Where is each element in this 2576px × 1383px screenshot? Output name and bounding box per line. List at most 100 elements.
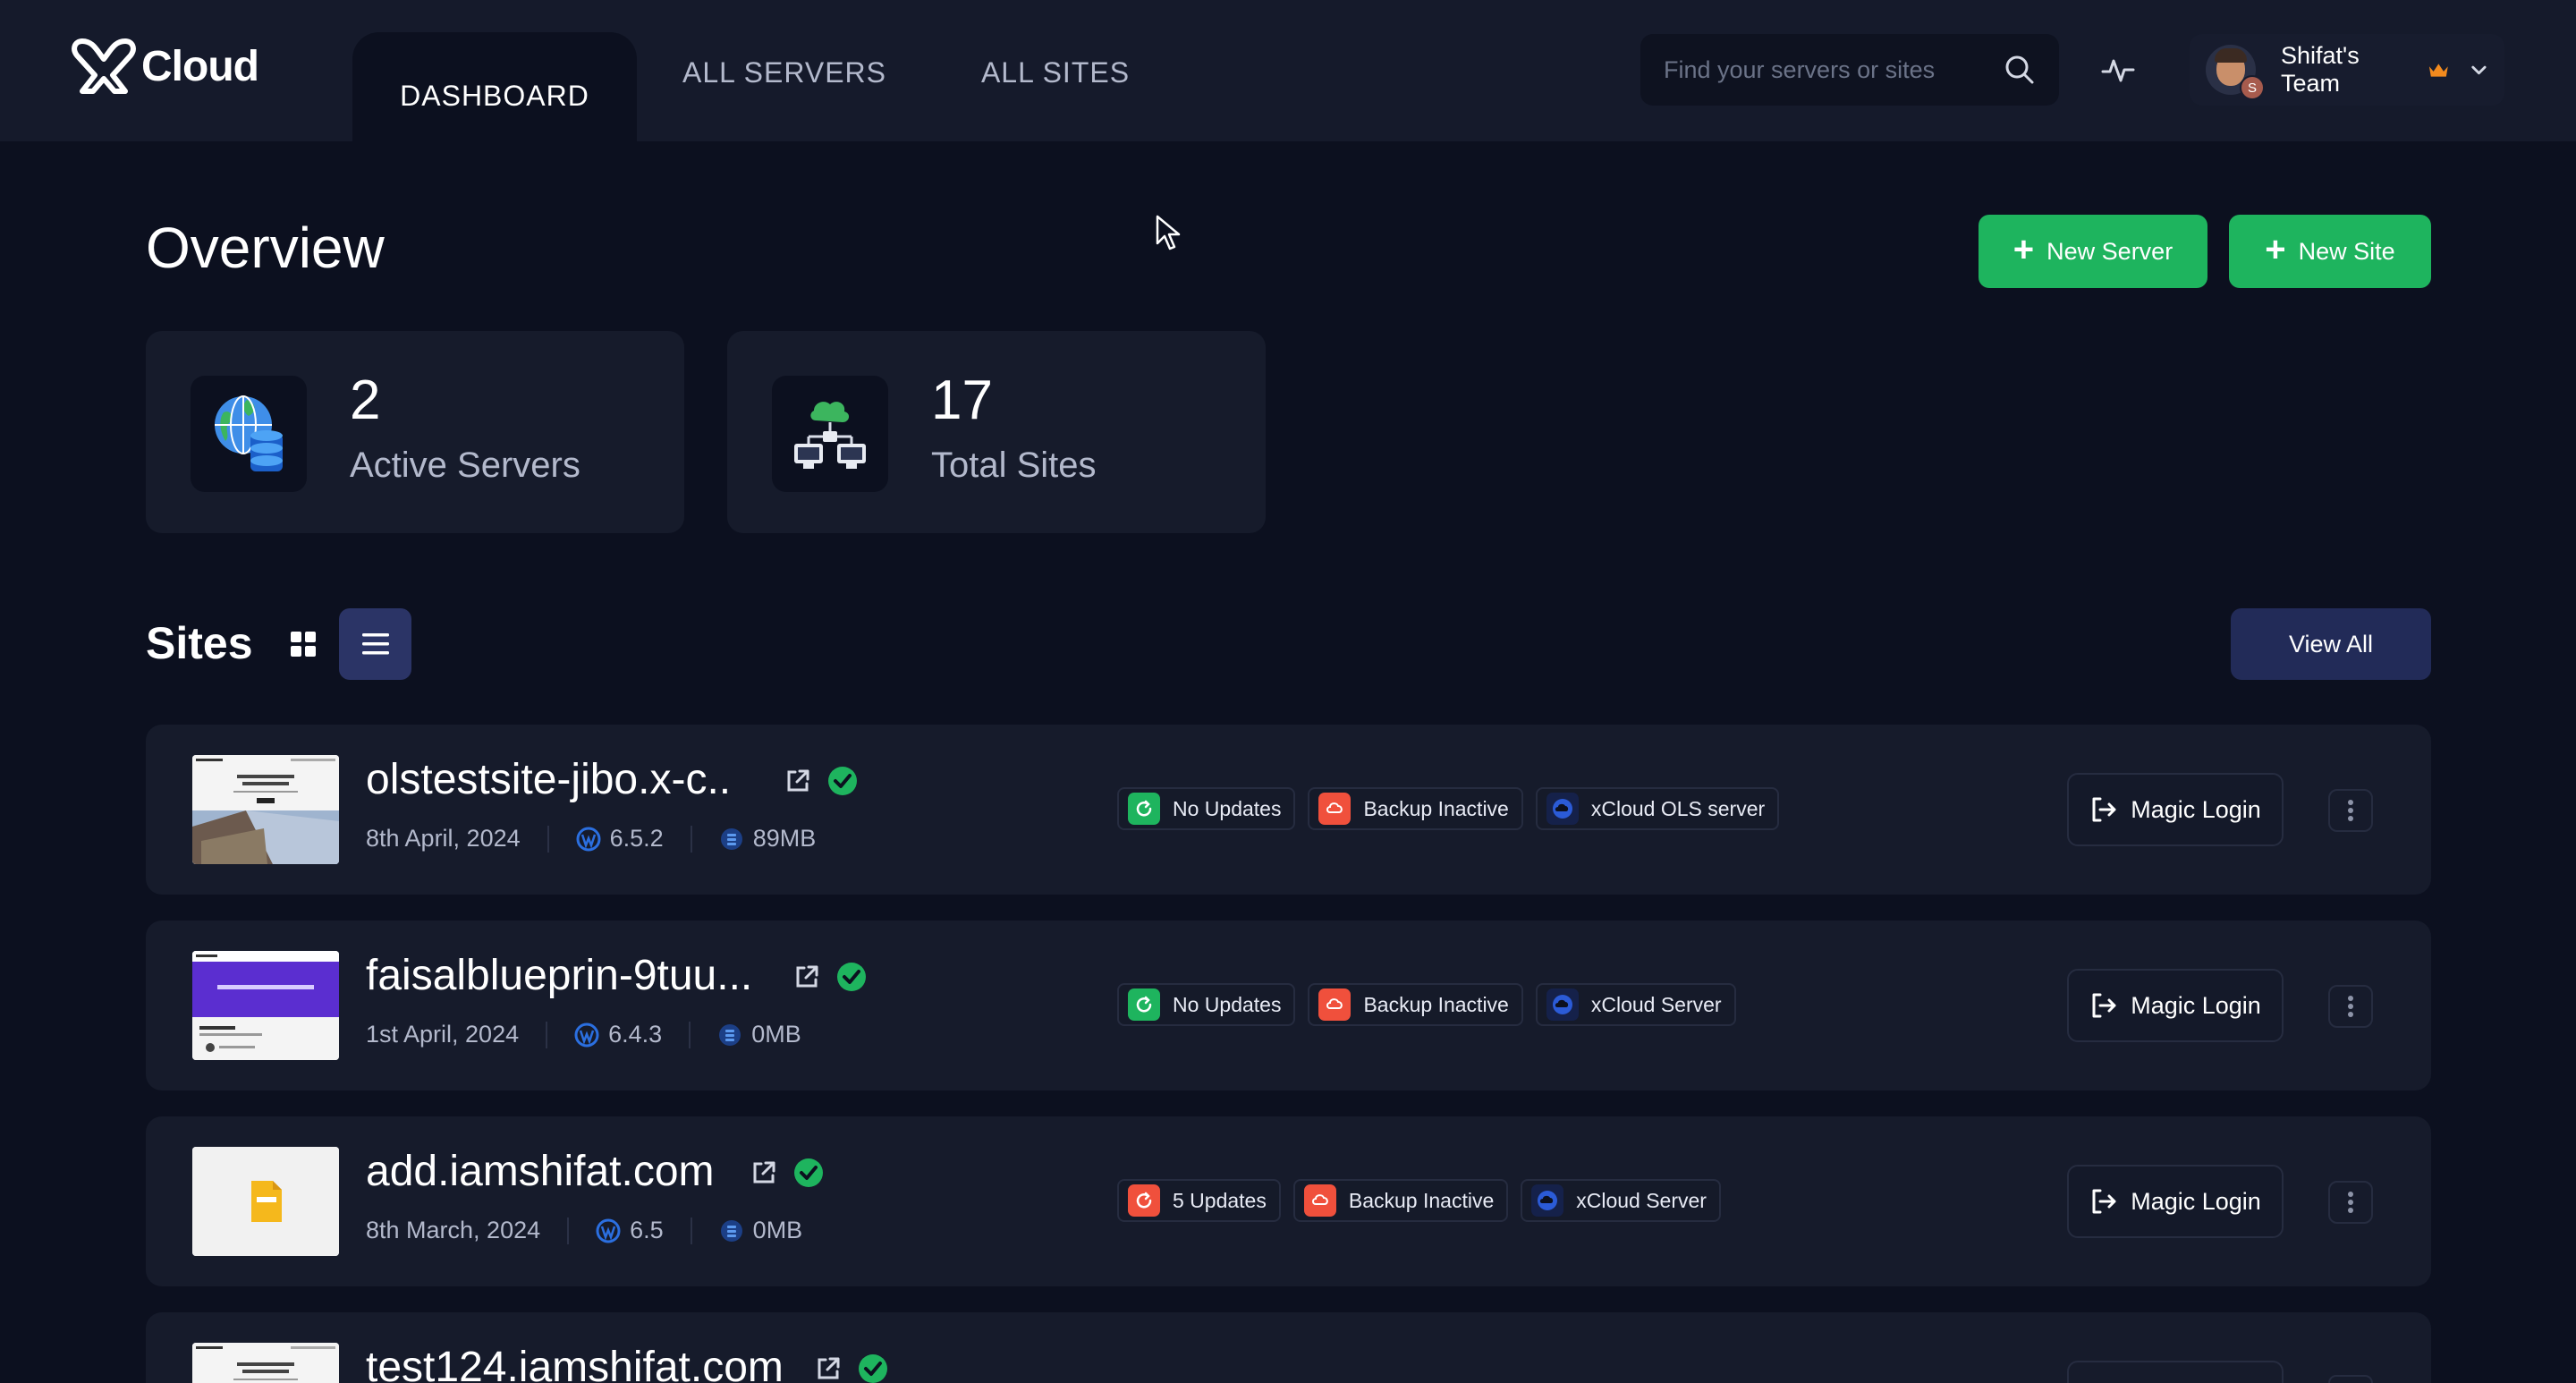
updates-label: No Updates bbox=[1173, 796, 1282, 820]
server-label: xCloud Server bbox=[1590, 992, 1722, 1016]
search-icon[interactable] bbox=[2004, 54, 2036, 86]
refresh-icon bbox=[1136, 996, 1152, 1013]
site-thumbnail[interactable] bbox=[192, 951, 339, 1060]
globe-database-icon bbox=[215, 395, 283, 471]
site-thumbnail[interactable] bbox=[192, 1147, 339, 1256]
site-name[interactable]: test124.iamshifat.com bbox=[366, 1343, 784, 1383]
updates-chip[interactable]: No Updates bbox=[1117, 983, 1296, 1026]
magic-login-button[interactable]: Magic Login bbox=[2067, 1165, 2284, 1238]
view-toggle bbox=[267, 608, 411, 680]
plus-icon: + bbox=[2012, 230, 2035, 269]
verified-check-icon bbox=[837, 963, 866, 991]
site-thumbnail[interactable] bbox=[192, 1343, 339, 1383]
site-date: 8th April, 2024 bbox=[366, 825, 521, 852]
more-options-button[interactable] bbox=[2328, 1375, 2373, 1383]
new-site-label: New Site bbox=[2298, 237, 2395, 265]
site-row: test124.iamshifat.com bbox=[146, 1312, 2431, 1383]
server-chip[interactable]: xCloud OLS server bbox=[1535, 787, 1780, 830]
server-cloud-icon bbox=[1552, 799, 1572, 819]
grid-icon bbox=[290, 632, 316, 657]
external-link-icon[interactable] bbox=[815, 1355, 842, 1382]
tab-all-servers[interactable]: ALL SERVERS bbox=[662, 32, 907, 141]
site-date: 1st April, 2024 bbox=[366, 1021, 520, 1048]
cloud-network-icon bbox=[794, 402, 866, 469]
site-size: 0MB bbox=[752, 1217, 803, 1243]
login-icon bbox=[2092, 993, 2116, 1018]
updates-chip[interactable]: 5 Updates bbox=[1117, 1179, 1281, 1222]
search-input[interactable] bbox=[1664, 55, 2004, 84]
backup-label: Backup Inactive bbox=[1363, 796, 1509, 820]
plus-icon: + bbox=[2265, 230, 2286, 269]
view-all-button[interactable]: View All bbox=[2231, 608, 2431, 680]
site-name[interactable]: faisalblueprin-9tuu... bbox=[366, 951, 752, 1000]
site-name[interactable]: olstestsite-jibo.x-c.. bbox=[366, 755, 731, 804]
magic-login-button[interactable]: Magic Login bbox=[2067, 969, 2284, 1042]
backup-icon bbox=[1326, 802, 1343, 813]
magic-login-label: Magic Login bbox=[2131, 991, 2261, 1019]
xcloud-logo-icon bbox=[72, 38, 136, 94]
storage-icon bbox=[720, 827, 742, 850]
stat-card-active-servers: 2 Active Servers bbox=[146, 331, 684, 533]
stat-icon-box bbox=[191, 376, 307, 492]
verified-check-icon bbox=[794, 1158, 823, 1187]
wordpress-icon bbox=[596, 1218, 621, 1243]
backup-label: Backup Inactive bbox=[1363, 992, 1509, 1016]
verified-check-icon bbox=[828, 767, 857, 795]
list-view-button[interactable] bbox=[339, 608, 411, 680]
backup-icon bbox=[1311, 1194, 1328, 1205]
team-switcher[interactable]: S Shifat's Team bbox=[2190, 34, 2504, 106]
stat-icon-box bbox=[772, 376, 888, 492]
verified-check-icon bbox=[859, 1354, 887, 1383]
wp-version: 6.5 bbox=[630, 1217, 664, 1243]
page-title: Overview bbox=[146, 216, 385, 280]
brand-name: Cloud bbox=[141, 42, 259, 90]
more-options-button[interactable] bbox=[2328, 1181, 2373, 1224]
crown-icon bbox=[2429, 64, 2449, 77]
wp-version: 6.5.2 bbox=[609, 825, 664, 852]
site-meta: 1st April, 2024 6.4.3 0MB bbox=[366, 1021, 801, 1048]
site-row: faisalblueprin-9tuu... 1st April, 2024 6… bbox=[146, 921, 2431, 1090]
more-options-button[interactable] bbox=[2328, 985, 2373, 1028]
external-link-icon[interactable] bbox=[784, 768, 811, 794]
magic-login-button[interactable] bbox=[2067, 1361, 2284, 1383]
external-link-icon[interactable] bbox=[750, 1159, 777, 1186]
magic-login-label: Magic Login bbox=[2131, 1187, 2261, 1215]
magic-login-button[interactable]: Magic Login bbox=[2067, 773, 2284, 846]
stat-value: 17 bbox=[931, 369, 993, 431]
grid-view-button[interactable] bbox=[267, 608, 339, 680]
updates-label: 5 Updates bbox=[1173, 1188, 1267, 1212]
site-status-chips: 5 Updates Backup Inactive xCloud Server bbox=[1117, 1179, 1721, 1222]
site-thumbnail[interactable] bbox=[192, 755, 339, 864]
brand-logo[interactable]: Cloud bbox=[70, 32, 259, 100]
sites-title: Sites bbox=[146, 618, 253, 668]
backup-chip[interactable]: Backup Inactive bbox=[1308, 983, 1523, 1026]
tab-all-sites[interactable]: ALL SITES bbox=[966, 32, 1145, 141]
site-name-icons bbox=[793, 962, 867, 992]
backup-chip[interactable]: Backup Inactive bbox=[1292, 1179, 1509, 1222]
site-status-chips: No Updates Backup Inactive xCloud Server bbox=[1117, 983, 1736, 1026]
activity-icon[interactable] bbox=[2100, 52, 2136, 88]
stat-card-total-sites: 17 Total Sites bbox=[727, 331, 1266, 533]
new-site-button[interactable]: + New Site bbox=[2229, 215, 2431, 288]
backup-label: Backup Inactive bbox=[1348, 1188, 1495, 1212]
login-icon bbox=[2092, 1189, 2116, 1214]
site-date: 8th March, 2024 bbox=[366, 1217, 541, 1243]
site-row: add.iamshifat.com 8th March, 2024 6.5 0M… bbox=[146, 1116, 2431, 1286]
server-chip[interactable]: xCloud Server bbox=[1521, 1179, 1721, 1222]
tab-dashboard[interactable]: DASHBOARD bbox=[352, 32, 637, 141]
more-options-button[interactable] bbox=[2328, 789, 2373, 832]
avatar-badge: S bbox=[2240, 75, 2265, 100]
external-link-icon[interactable] bbox=[793, 963, 820, 990]
updates-chip[interactable]: No Updates bbox=[1117, 787, 1296, 830]
wordpress-icon bbox=[576, 827, 601, 851]
backup-chip[interactable]: Backup Inactive bbox=[1308, 787, 1523, 830]
stat-label: Active Servers bbox=[350, 445, 580, 485]
site-name[interactable]: add.iamshifat.com bbox=[366, 1147, 715, 1196]
server-chip[interactable]: xCloud Server bbox=[1535, 983, 1736, 1026]
server-cloud-icon bbox=[1538, 1191, 1558, 1210]
new-server-button[interactable]: + New Server bbox=[1979, 215, 2207, 288]
top-navbar: Cloud DASHBOARD ALL SERVERS ALL SITES S … bbox=[0, 0, 2576, 141]
search-box bbox=[1640, 34, 2059, 106]
site-meta: 8th March, 2024 6.5 0MB bbox=[366, 1217, 802, 1244]
stat-value: 2 bbox=[350, 369, 381, 431]
